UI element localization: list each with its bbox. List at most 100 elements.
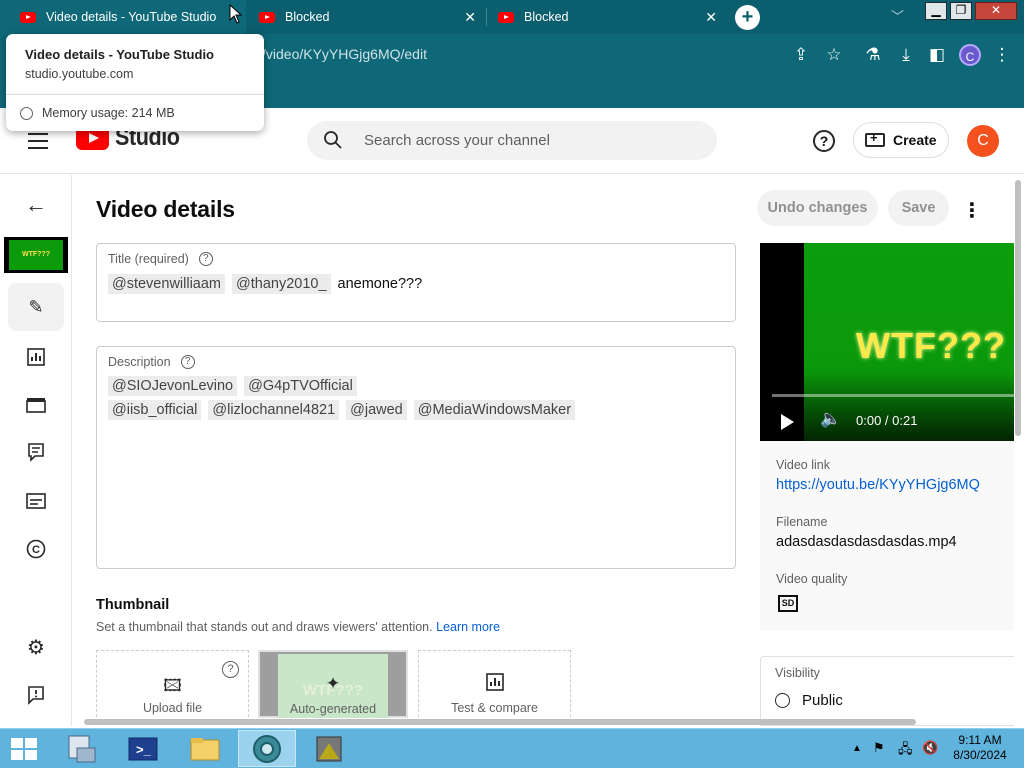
taskbar: >_ ▲ ⚑ 🖧 🔇 9:11 AM 8/30/2024 <box>0 728 1024 768</box>
description-line-1[interactable]: @SIOJevonLevino @G4pTVOfficial <box>108 376 364 396</box>
visibility-value-row[interactable]: Public <box>775 692 843 709</box>
learn-more-link[interactable]: Learn more <box>436 620 500 634</box>
editor-clapper-icon[interactable] <box>24 393 48 417</box>
powershell-icon[interactable]: >_ <box>114 730 172 767</box>
pencil-edit-icon[interactable]: ✎ <box>24 295 48 319</box>
description-label-row: Description ? <box>108 355 195 369</box>
close-tab-icon[interactable]: ✕ <box>705 9 717 26</box>
upload-thumbnail-button[interactable]: ? 🖾 Upload file <box>96 650 249 722</box>
help-icon[interactable]: ? <box>813 130 835 152</box>
tab-blocked-2[interactable]: Blocked ✕ <box>487 0 727 34</box>
action-center-flag-icon[interactable]: ⚑ <box>873 740 885 756</box>
description-help-icon[interactable]: ? <box>180 355 195 369</box>
sparkle-icon: ✦ <box>325 674 341 693</box>
title-text: anemone??? <box>337 276 423 292</box>
upload-label: Upload file <box>142 701 203 715</box>
back-arrow-icon[interactable]: ← <box>24 192 48 217</box>
gauge-icon <box>20 106 33 120</box>
search-icon <box>324 131 342 149</box>
clock-time: 9:11 AM <box>958 733 1002 747</box>
windows-start-icon[interactable] <box>11 738 38 760</box>
copyright-icon[interactable]: C <box>24 537 48 561</box>
mention-chip: @SIOJevonLevino <box>108 376 238 396</box>
play-icon[interactable] <box>781 414 794 430</box>
bookmark-star-icon[interactable]: ☆ <box>823 45 845 65</box>
visibility-card[interactable]: Visibility Public <box>760 656 1014 726</box>
chrome-taskbar-icon[interactable] <box>238 730 296 767</box>
restore-button[interactable]: ❐ <box>950 2 972 20</box>
undo-changes-button[interactable]: Undo changes <box>757 190 878 226</box>
test-compare-button[interactable]: Test & compare <box>418 650 571 722</box>
vertical-scrollbar[interactable] <box>1015 180 1021 436</box>
search-bar[interactable]: Search across your channel <box>307 121 717 160</box>
tab-blocked-1[interactable]: Blocked ✕ <box>248 0 486 34</box>
download-icon[interactable]: ⤓ <box>895 45 917 65</box>
hover-card-divider <box>6 94 264 95</box>
create-label: Create <box>893 132 937 148</box>
create-button[interactable]: Create <box>853 122 949 158</box>
mini-thumbnail-text: WTF??? <box>9 240 63 270</box>
close-tab-icon[interactable]: ✕ <box>464 9 476 26</box>
browser-tab-strip: Video details - YouTube Studio Blocked ✕… <box>0 0 1024 34</box>
volume-icon[interactable]: 🔈 <box>820 409 841 429</box>
system-clock[interactable]: 9:11 AM 8/30/2024 <box>948 733 1012 763</box>
profile-avatar[interactable]: C <box>959 44 981 66</box>
search-input[interactable]: Search across your channel <box>364 132 550 149</box>
mention-chip: @stevenwilliaam <box>108 274 226 294</box>
progress-bar[interactable] <box>772 394 1014 397</box>
test-compare-label: Test & compare <box>451 701 538 715</box>
left-nav: ← WTF??? ✎ C ⚙ <box>0 175 72 726</box>
test-compare-chart-icon <box>419 673 570 696</box>
share-icon[interactable]: ⇪ <box>790 45 812 65</box>
mention-chip: @MediaWindowsMaker <box>413 400 576 420</box>
close-window-button[interactable]: ✕ <box>975 2 1017 20</box>
mention-chip: @lizlochannel4821 <box>208 400 340 420</box>
server-manager-icon[interactable] <box>52 730 110 767</box>
more-options-icon[interactable]: ⋮ <box>962 198 982 223</box>
show-hidden-icons-icon[interactable]: ▲ <box>852 743 862 754</box>
feedback-icon[interactable] <box>24 683 48 707</box>
hover-card-memory: Memory usage: 214 MB <box>20 106 175 120</box>
tab-search-chevron-icon[interactable]: ﹀ <box>891 6 904 25</box>
new-tab-button[interactable]: + <box>735 5 760 30</box>
auto-generated-label: Auto-generated <box>289 702 377 716</box>
channel-avatar[interactable]: C <box>967 125 999 157</box>
side-panel-icon[interactable]: ◧ <box>926 45 948 65</box>
description-line-2[interactable]: @iisb_official @lizlochannel4821 @jawed … <box>108 400 582 420</box>
horizontal-scrollbar[interactable] <box>84 719 916 725</box>
mention-chip: @thany2010_ <box>232 274 331 294</box>
cube-app-icon[interactable] <box>300 730 358 767</box>
description-field[interactable]: Description ? @SIOJevonLevino @G4pTVOffi… <box>96 346 736 569</box>
save-button[interactable]: Save <box>888 190 949 226</box>
comments-icon[interactable] <box>24 440 48 464</box>
auto-generated-thumbnail-button[interactable]: WTF??? ✦ Auto-generated <box>258 650 408 718</box>
mention-chip: @iisb_official <box>108 400 202 420</box>
subtitles-icon[interactable] <box>24 489 48 513</box>
title-help-icon[interactable]: ? <box>198 252 213 266</box>
volume-muted-icon[interactable]: 🔇 <box>922 740 938 756</box>
svg-text:C: C <box>32 544 40 556</box>
address-bar-url[interactable]: /video/KYyYHGjg6MQ/edit <box>262 46 427 62</box>
video-mini-thumbnail[interactable]: WTF??? <box>4 237 68 273</box>
page-title: Video details <box>96 196 235 222</box>
menu-icon[interactable] <box>28 133 48 154</box>
memory-usage-text: Memory usage: 214 MB <box>42 106 175 120</box>
video-quality-label: Video quality <box>776 572 848 586</box>
tab-video-details[interactable]: Video details - YouTube Studio <box>0 0 246 34</box>
browser-menu-icon[interactable]: ⋮ <box>991 45 1013 65</box>
network-icon[interactable]: 🖧 <box>898 740 913 762</box>
thumbnail-section-subtitle: Set a thumbnail that stands out and draw… <box>96 620 500 634</box>
video-player[interactable]: WTF??? 🔈 0:00 / 0:21 <box>760 243 1014 441</box>
title-field[interactable]: Title (required) ? @stevenwilliaam @than… <box>96 243 736 322</box>
create-video-icon <box>865 130 885 147</box>
settings-gear-icon[interactable]: ⚙ <box>24 635 48 659</box>
title-field-value[interactable]: @stevenwilliaam @thany2010_ anemone??? <box>108 274 422 294</box>
minimize-button[interactable]: ▁ <box>925 2 947 20</box>
file-explorer-icon[interactable] <box>176 730 234 767</box>
add-image-icon: 🖾 <box>163 676 182 695</box>
labs-flask-icon[interactable]: ⚗ <box>862 45 884 65</box>
analytics-icon[interactable] <box>24 345 48 369</box>
tab-hover-card: Video details - YouTube Studio studio.yo… <box>6 34 264 131</box>
video-link[interactable]: https://youtu.be/KYyYHGjg6MQ <box>776 477 980 493</box>
thumbnail-subtitle-text: Set a thumbnail that stands out and draw… <box>96 620 433 634</box>
